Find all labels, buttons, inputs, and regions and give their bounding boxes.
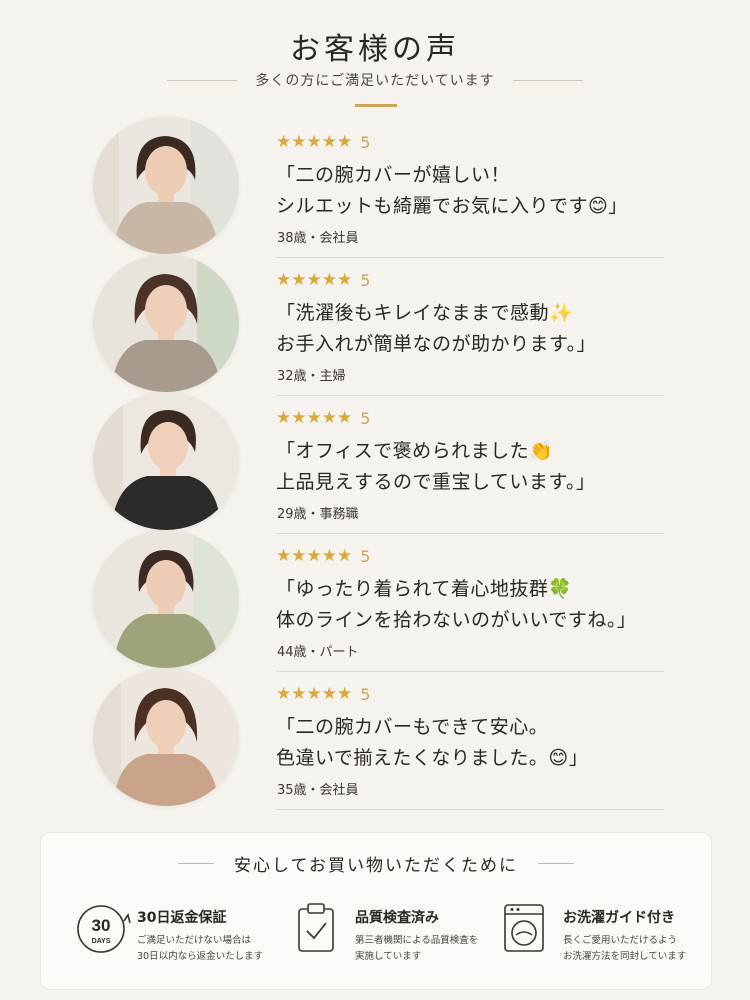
review-quote: 「ゆったり着られて着心地抜群🍀 体のラインを拾わないのがいいですね。」 — [276, 574, 636, 636]
badge-text: DAYS — [92, 938, 111, 945]
divider-right — [512, 79, 583, 81]
review-quote: 「二の腕カバーもできて安心。 色違いで揃えたくなりました。😊」 — [276, 712, 588, 774]
feature-desc-line-2: 実施しています — [355, 951, 422, 962]
quote-line-1: 「オフィスで褒められました👏 — [276, 440, 554, 462]
feature-description: ご満足いただけない場合は 30日以内なら返金いたします — [137, 933, 263, 965]
star-rating: ★★★★★ 5 — [276, 133, 370, 152]
reviewer-info: 38歳・会社員 — [277, 231, 359, 246]
feature-wash-guide: お洗濯ガイド付き 長くご愛用いただけるよう お洗濯方法を同封しています — [501, 899, 711, 969]
gold-accent-divider — [355, 104, 397, 107]
review-quote: 「オフィスで褒められました👏 上品見えするので重宝しています。」 — [276, 436, 596, 498]
reviewer-info: 29歳・事務職 — [277, 507, 359, 522]
30-days-badge-icon: 30 DAYS — [75, 899, 131, 959]
feature-desc-line-1: ご満足いただけない場合は — [137, 935, 252, 946]
feature-money-back: 30 DAYS 30日返金保証 ご満足いただけない場合は 30日以内なら返金いた… — [75, 899, 285, 969]
assurance-title: 安心してお買い物いただくために — [234, 856, 518, 876]
feature-description: 長くご愛用いただけるよう お洗濯方法を同封しています — [563, 933, 686, 965]
review-card: ★★★★★ 5 「二の腕カバーが嬉しい！ シルエットも綺麗でお気に入りです😊」 … — [90, 116, 670, 258]
feature-title: 品質検査済み — [355, 910, 439, 926]
quote-line-2: お手入れが簡単なのが助かります。」 — [276, 333, 597, 355]
stars-icon: ★★★★★ — [276, 684, 353, 704]
reviewer-photo — [93, 254, 239, 392]
reviewer-photo — [93, 668, 239, 806]
quote-line-1: 「二の腕カバーもできて安心。 — [276, 716, 549, 738]
divider-left — [178, 863, 214, 864]
review-card: ★★★★★ 5 「オフィスで褒められました👏 上品見えするので重宝しています。」… — [90, 392, 670, 534]
reviewer-photo — [93, 116, 239, 254]
assurance-heading: 安心してお買い物いただくために — [41, 851, 711, 876]
reviewer-info: 44歳・パート — [277, 645, 359, 660]
reviewer-info: 32歳・主婦 — [277, 369, 346, 384]
feature-desc-line-2: 30日以内なら返金いたします — [137, 951, 264, 962]
feature-title: お洗濯ガイド付き — [563, 910, 675, 926]
feature-title: 30日返金保証 — [137, 910, 227, 926]
page-subtitle: 多くの方にご満足いただいています — [255, 73, 495, 89]
badge-number: 30 — [92, 916, 111, 935]
review-quote: 「二の腕カバーが嬉しい！ シルエットも綺麗でお気に入りです😊」 — [276, 160, 628, 222]
divider-right — [537, 863, 574, 864]
washing-machine-icon — [501, 899, 557, 959]
stars-icon: ★★★★★ — [276, 546, 353, 566]
review-card: ★★★★★ 5 「二の腕カバーもできて安心。 色違いで揃えたくなりました。😊」 … — [90, 668, 670, 810]
quote-line-1: 「二の腕カバーが嬉しい！ — [276, 164, 511, 186]
stars-icon: ★★★★★ — [276, 408, 353, 428]
rating-value: 5 — [360, 409, 371, 428]
rating-value: 5 — [360, 547, 371, 566]
quote-line-1: 「洗濯後もキレイなままで感動✨ — [276, 302, 574, 324]
stars-icon: ★★★★★ — [276, 270, 353, 290]
feature-quality-check: 品質検査済み 第三者機関による品質検査を 実施しています — [293, 899, 503, 969]
quote-line-2: シルエットも綺麗でお気に入りです😊」 — [276, 195, 628, 217]
stars-icon: ★★★★★ — [276, 132, 353, 152]
quote-line-1: 「ゆったり着られて着心地抜群🍀 — [276, 578, 573, 600]
star-rating: ★★★★★ 5 — [276, 685, 370, 704]
review-quote: 「洗濯後もキレイなままで感動✨ お手入れが簡単なのが助かります。」 — [276, 298, 596, 360]
star-rating: ★★★★★ 5 — [276, 271, 370, 290]
star-rating: ★★★★★ 5 — [276, 409, 370, 428]
feature-desc-line-2: お洗濯方法を同封しています — [563, 951, 687, 962]
rating-value: 5 — [360, 133, 371, 152]
divider-left — [167, 79, 238, 81]
feature-description: 第三者機関による品質検査を 実施しています — [355, 933, 478, 965]
quote-line-2: 体のラインを拾わないのがいいですね。」 — [276, 609, 637, 631]
star-rating: ★★★★★ 5 — [276, 547, 370, 566]
review-separator — [276, 809, 664, 810]
rating-value: 5 — [360, 685, 371, 704]
reviewer-photo — [93, 392, 239, 530]
clipboard-check-icon — [293, 899, 349, 959]
feature-desc-line-1: 長くご愛用いただけるよう — [563, 935, 678, 946]
subtitle-row: 多くの方にご満足いただいています — [0, 70, 750, 90]
reviewer-info: 35歳・会社員 — [277, 783, 359, 798]
page-title: お客様の声 — [290, 32, 460, 67]
feature-desc-line-1: 第三者機関による品質検査を — [355, 935, 479, 946]
review-card: ★★★★★ 5 「ゆったり着られて着心地抜群🍀 体のラインを拾わないのがいいです… — [90, 530, 670, 672]
quote-line-2: 色違いで揃えたくなりました。😊」 — [276, 747, 589, 769]
assurance-panel: 安心してお買い物いただくために 30 DAYS 30日返金保証 ご満足いただけな… — [40, 832, 712, 990]
reviewer-photo — [93, 530, 239, 668]
quote-line-2: 上品見えするので重宝しています。」 — [276, 471, 596, 493]
rating-value: 5 — [360, 271, 371, 290]
review-card: ★★★★★ 5 「洗濯後もキレイなままで感動✨ お手入れが簡単なのが助かります。… — [90, 254, 670, 396]
